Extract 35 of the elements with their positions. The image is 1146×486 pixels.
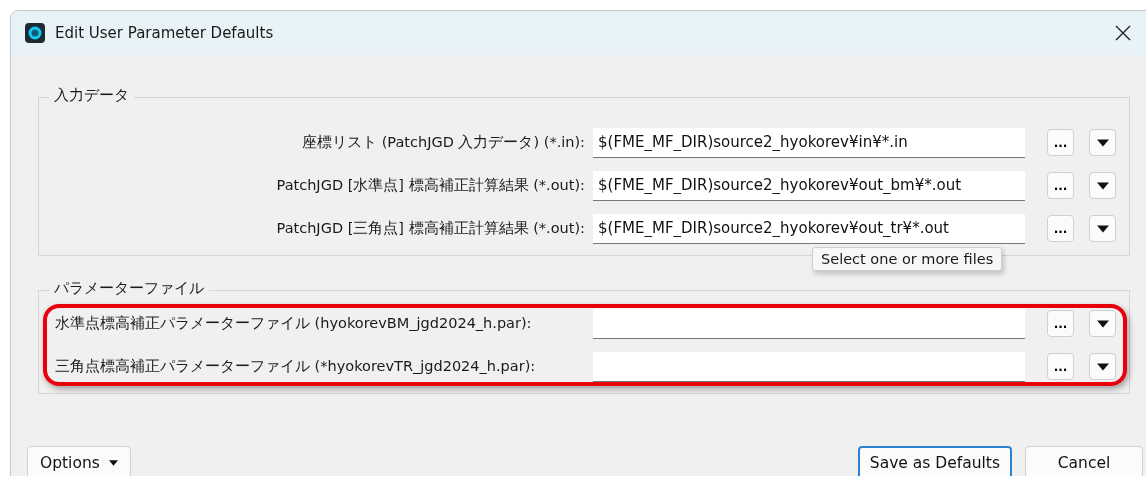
caret-icon — [1096, 362, 1109, 371]
dropdown-button[interactable] — [1089, 310, 1116, 337]
field-label: 三角点標高補正パラメーターファイル (*hyokorevTR_jgd2024_h.par): — [55, 357, 537, 376]
options-button[interactable]: Options — [27, 446, 131, 476]
path-field[interactable] — [593, 351, 1025, 382]
group-title: 入力データ — [49, 86, 134, 105]
caret-icon — [1096, 319, 1109, 328]
cancel-button[interactable]: Cancel — [1025, 446, 1143, 476]
dropdown-button[interactable] — [1089, 129, 1116, 156]
browse-button[interactable]: ... — [1047, 353, 1074, 380]
field-label: PatchJGD [水準点] 標高補正計算結果 (*.out): — [275, 176, 585, 195]
field-label: 水準点標高補正パラメーターファイル (hyokorevBM_jgd2024_h.par): — [55, 314, 533, 333]
path-field[interactable]: $(FME_MF_DIR)source2_hyokorev¥out_tr¥*.out — [593, 213, 1025, 244]
caret-icon — [1096, 224, 1109, 233]
path-field[interactable]: $(FME_MF_DIR)source2_hyokorev¥in¥*.in — [593, 127, 1025, 158]
dropdown-button[interactable] — [1089, 172, 1116, 199]
field-label: 座標リスト (PatchJGD 入力データ) (*.in): — [301, 133, 585, 152]
dropdown-button[interactable] — [1089, 353, 1116, 380]
dropdown-button[interactable] — [1089, 215, 1116, 242]
close-icon[interactable] — [1115, 25, 1131, 41]
browse-button[interactable]: ... — [1047, 129, 1074, 156]
path-field[interactable] — [593, 308, 1025, 339]
caret-icon — [108, 460, 118, 466]
app-icon — [25, 23, 45, 43]
browse-button[interactable]: ... — [1047, 215, 1074, 242]
save-defaults-button[interactable]: Save as Defaults — [857, 446, 1012, 476]
field-label: PatchJGD [三角点] 標高補正計算結果 (*.out): — [275, 219, 585, 238]
caret-icon — [1096, 181, 1109, 190]
path-field[interactable]: $(FME_MF_DIR)source2_hyokorev¥out_bm¥*.out — [593, 170, 1025, 201]
browse-button[interactable]: ... — [1047, 310, 1074, 337]
window-title: Edit User Parameter Defaults — [55, 24, 275, 42]
tooltip: Select one or more files — [812, 247, 1003, 271]
browse-button[interactable]: ... — [1047, 172, 1074, 199]
caret-icon — [1096, 138, 1109, 147]
group-title: パラメーターファイル — [49, 279, 209, 298]
